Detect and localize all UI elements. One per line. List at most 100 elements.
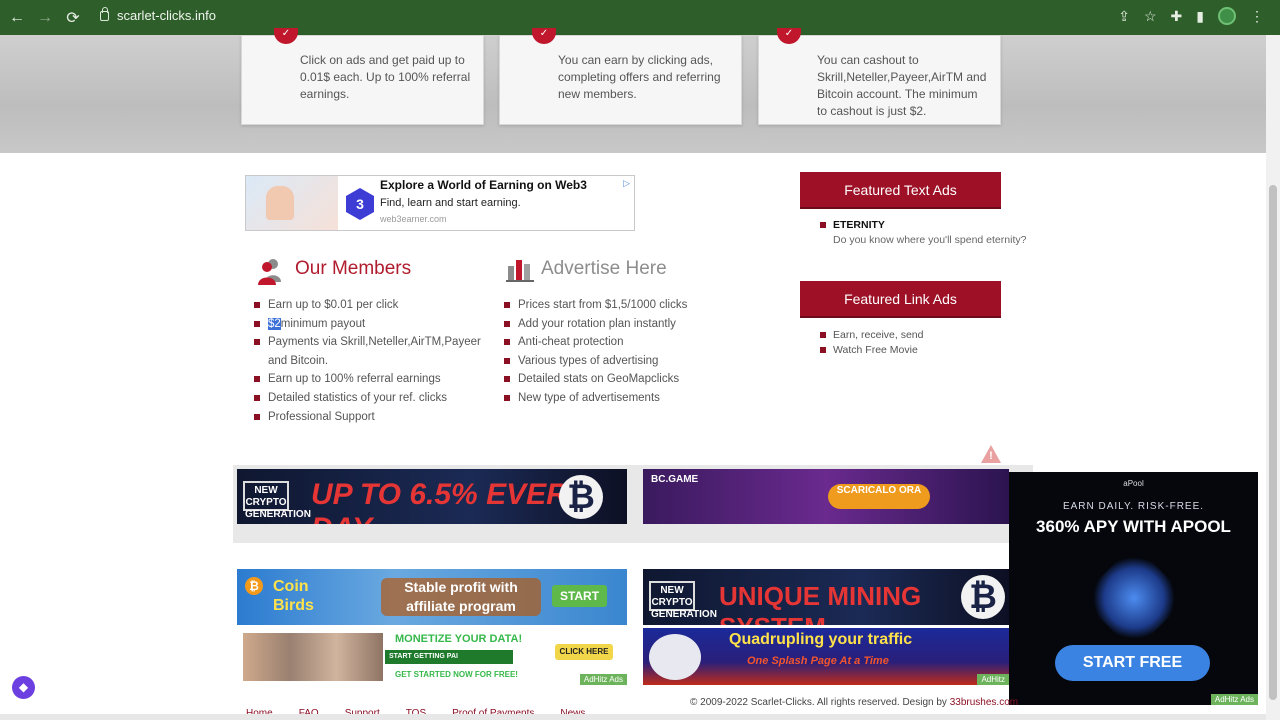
profile-avatar[interactable]: [1218, 7, 1236, 25]
web3-text-ad[interactable]: 3 Explore a World of Earning on Web3 Fin…: [245, 175, 635, 231]
footer-copyright: © 2009-2022 Scarlet-Clicks. All rights r…: [690, 697, 1018, 708]
share-icon[interactable]: ⇪: [1118, 8, 1130, 25]
banner-subtext: GET STARTED NOW FOR FREE!: [395, 670, 518, 679]
web3-logo-icon: 3: [346, 188, 374, 220]
bitcoin-icon: ₿: [961, 575, 1005, 619]
banner-text: MONETIZE YOUR DATA!: [395, 633, 523, 645]
card-text: Click on ads and get paid up to 0.01$ ea…: [300, 53, 471, 101]
monetize-banner[interactable]: MONETIZE YOUR DATA! START GETTING PAI CL…: [237, 628, 627, 685]
banner-tag: NEW CRYPTO GENERATION: [649, 581, 717, 620]
list-item: Earn up to 100% referral earnings: [254, 370, 494, 389]
menu-icon[interactable]: ⋮: [1250, 8, 1264, 25]
ad-network-tag: AdHitz Ads: [1210, 694, 1258, 705]
advertise-chart-icon: [506, 260, 534, 282]
banner-cta[interactable]: CLICK HERE: [555, 644, 613, 660]
banner-cta[interactable]: SCARICALO ORA: [828, 484, 930, 509]
banner-brand: BC.GAME: [651, 474, 699, 485]
apool-floating-ad[interactable]: aPool EARN DAILY. RISK-FREE. 360% APY WI…: [1009, 472, 1258, 705]
ad-illustration: [246, 176, 338, 230]
advertise-title: Advertise Here: [541, 258, 667, 279]
lock-icon: [100, 6, 109, 21]
feature-card-cashout: ✓ You can cashout to Skrill,Neteller,Pay…: [758, 28, 1001, 125]
advertise-list: Prices start from $1,5/1000 clicks Add y…: [504, 296, 744, 408]
members-title: Our Members: [295, 258, 412, 279]
ad-network-tag: AdHitz: [977, 674, 1009, 685]
reload-icon[interactable]: ⟳: [62, 7, 84, 29]
card-text: You can earn by clicking ads, completing…: [558, 53, 721, 101]
toolbar-actions: ⇪ ☆ ✚ ▮ ⋮: [1118, 7, 1264, 25]
highlighted-text: $2: [268, 317, 281, 330]
designer-link[interactable]: 33brushes.com: [950, 697, 1018, 708]
people-image: [243, 633, 383, 681]
address-bar[interactable]: scarlet-clicks.info: [100, 6, 216, 23]
list-item: Prices start from $1,5/1000 clicks: [504, 296, 744, 315]
featured-link-ads-header[interactable]: Featured Link Ads: [800, 281, 1001, 318]
list-item: Earn up to $0.01 per click: [254, 296, 494, 315]
checkmark-icon: ✓: [274, 28, 298, 44]
apool-cube-graphic: [1079, 543, 1188, 653]
banner-cta[interactable]: START: [552, 585, 607, 607]
forward-icon[interactable]: →: [34, 7, 56, 29]
banner-tag: NEW CRYPTO GENERATION: [243, 481, 311, 520]
card-text: You can cashout to Skrill,Neteller,Payee…: [817, 53, 987, 118]
feature-card-earn: ✓ Click on ads and get paid up to 0.01$ …: [241, 28, 484, 125]
star-icon[interactable]: ☆: [1144, 8, 1157, 25]
featured-link-ads-list: Earn, receive, send Watch Free Movie: [820, 328, 923, 358]
adchoices-icon[interactable]: ▷: [623, 178, 630, 189]
list-item: New type of advertisements: [504, 389, 744, 408]
scrollbar-thumb[interactable]: [1269, 185, 1277, 700]
banner-text: Stable profit with affiliate program: [381, 578, 541, 616]
mascot-image: [649, 634, 701, 680]
banner-subtext: One Splash Page At a Time: [747, 655, 889, 667]
ad-subtitle: Find, learn and start earning.: [380, 197, 521, 209]
list-item: Payments via Skrill,Neteller,AirTM,Payee…: [254, 333, 494, 370]
bitcoin-icon: ₿: [559, 475, 603, 519]
browser-toolbar: ← → ⟳ scarlet-clicks.info ⇪ ☆ ✚ ▮ ⋮: [0, 0, 1280, 35]
bcgame-banner[interactable]: BC.GAME SCARICALO ORA: [643, 469, 1009, 524]
featured-text-ads-list: ETERNITY Do you know where you'll spend …: [820, 218, 1026, 248]
members-list: Earn up to $0.01 per click $2minimum pay…: [254, 296, 494, 426]
banner-text: Quadrupling your traffic: [729, 631, 913, 648]
ad-network-tag: AdHitz Ads: [579, 674, 627, 685]
traffic-banner[interactable]: Quadrupling your traffic One Splash Page…: [643, 628, 1009, 685]
url-text: scarlet-clicks.info: [117, 8, 216, 23]
ad-title[interactable]: Explore a World of Earning on Web3: [380, 178, 587, 192]
list-item: Various types of advertising: [504, 352, 744, 371]
banner-title: Coin Birds: [273, 578, 314, 614]
copyright-text: © 2009-2022 Scarlet-Clicks. All rights r…: [690, 697, 947, 708]
featured-link[interactable]: Earn, receive, send: [820, 328, 923, 343]
apool-logo: aPool: [1123, 479, 1144, 488]
checkmark-icon: ✓: [777, 28, 801, 44]
list-item: Professional Support: [254, 408, 494, 427]
apool-headline: 360% APY WITH APOOL: [1036, 517, 1231, 536]
list-item-text: minimum payout: [280, 317, 366, 330]
assistant-fab-icon[interactable]: ◆: [12, 676, 35, 699]
warning-icon: !: [981, 445, 1001, 463]
horizontal-scrollbar[interactable]: [0, 714, 1266, 720]
featured-ad-title[interactable]: ETERNITY: [833, 218, 1026, 233]
sidepanel-icon[interactable]: ▮: [1196, 8, 1204, 25]
coinbirds-banner[interactable]: ₿ Coin Birds Stable profit with affiliat…: [237, 569, 627, 625]
featured-text-ads-header[interactable]: Featured Text Ads: [800, 172, 1001, 209]
banner-bar: START GETTING PAI: [385, 650, 513, 664]
mining-banner[interactable]: NEW CRYPTO GENERATION UNIQUE MINING SYST…: [643, 569, 1009, 625]
list-item: Detailed stats on GeoMapclicks: [504, 370, 744, 389]
apool-start-button[interactable]: START FREE: [1055, 645, 1210, 681]
list-item: Add your rotation plan instantly: [504, 315, 744, 334]
list-item: $2minimum payout: [254, 315, 494, 334]
extensions-icon[interactable]: ✚: [1171, 8, 1183, 25]
featured-ad-desc: Do you know where you'll spend eternity?: [833, 234, 1027, 246]
apool-tagline: EARN DAILY. RISK-FREE.: [1062, 501, 1205, 512]
feature-card-offers: ✓ You can earn by clicking ads, completi…: [499, 28, 742, 125]
vertical-scrollbar[interactable]: [1266, 35, 1280, 720]
bitcoin-icon: ₿: [245, 577, 263, 595]
ad-domain: web3earner.com: [380, 214, 447, 224]
featured-text-ad[interactable]: ETERNITY Do you know where you'll spend …: [820, 218, 1026, 248]
list-item: Anti-cheat protection: [504, 333, 744, 352]
members-icon: [258, 259, 281, 285]
crypto-banner-6-5[interactable]: NEW CRYPTO GENERATION UP TO 6.5% EVERY D…: [237, 469, 627, 524]
featured-link[interactable]: Watch Free Movie: [820, 343, 923, 358]
list-item: Detailed statistics of your ref. clicks: [254, 389, 494, 408]
back-icon[interactable]: ←: [6, 7, 28, 29]
checkmark-icon: ✓: [532, 28, 556, 44]
